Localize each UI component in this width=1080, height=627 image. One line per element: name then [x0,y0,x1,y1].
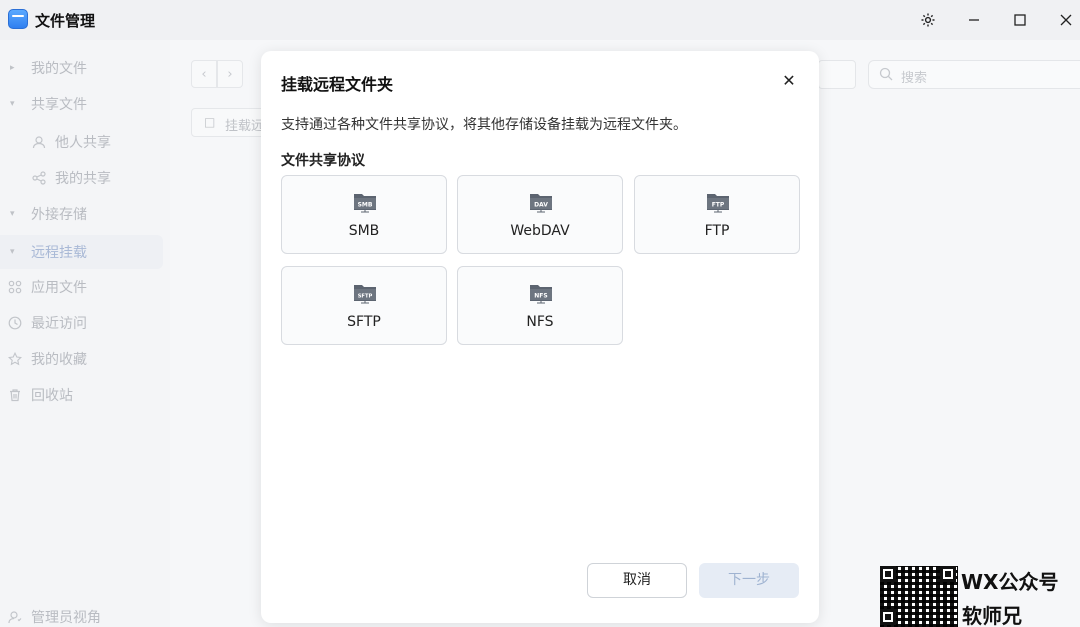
sidebar-item-label: 管理员视角 [31,610,101,626]
sidebar-item-label: 外接存储 [31,207,87,223]
sidebar-item-shared-with-me[interactable]: 他人共享 [0,125,163,159]
user-icon [32,135,46,149]
protocol-label: SMB [348,223,380,239]
chevron-right-icon: › [227,66,233,82]
sidebar-item-my-shares[interactable]: 我的共享 [0,161,163,195]
watermark-line1: WX公众号 [961,570,1059,594]
protocol-section-title: 文件共享协议 [281,153,365,169]
sidebar-item-recycle-bin[interactable]: 回收站 [0,378,163,412]
protocol-card-webdav[interactable]: DAV WebDAV [457,175,623,254]
chevron-down-icon: ▾ [10,99,15,109]
chevron-down-icon: ▾ [10,247,15,257]
sidebar-item-external-storage[interactable]: ▾ 外接存储 [0,197,163,231]
smb-folder-icon: SMB [354,194,376,213]
maximize-icon[interactable] [1008,8,1032,32]
search-placeholder: 搜索 [901,71,928,86]
sidebar-item-label: 我的文件 [31,61,87,77]
add-folder-icon: □ [204,115,216,129]
chevron-left-icon: ‹ [201,66,207,82]
sidebar-item-label: 回收站 [31,388,73,404]
apps-icon [8,280,22,294]
sidebar-item-label: 应用文件 [31,280,87,296]
app-title: 文件管理 [35,12,96,30]
search-icon [879,67,893,85]
sftp-badge: SFTP [358,293,373,299]
protocol-card-nfs[interactable]: NFS NFS [457,266,623,345]
close-icon[interactable] [1054,8,1078,32]
sidebar-item-label: 远程挂载 [31,245,87,261]
protocol-label: FTP [704,223,730,239]
next-step-button[interactable]: 下一步 [699,563,799,598]
protocol-label: SFTP [347,314,381,330]
sidebar-item-label: 我的收藏 [31,352,87,368]
sidebar-item-remote-mount[interactable]: ▾ 远程挂载 [0,235,163,269]
dialog-description: 支持通过各种文件共享协议，将其他存储设备挂载为远程文件夹。 [281,117,687,133]
close-dialog-icon[interactable]: ✕ [779,71,799,91]
gear-icon[interactable] [916,8,940,32]
protocol-label: WebDAV [510,223,570,239]
sidebar-item-label: 共享文件 [31,97,87,113]
sidebar-item-label: 他人共享 [55,135,111,151]
nfs-folder-icon: NFS [530,285,552,304]
forward-button[interactable]: › [217,60,243,88]
mount-remote-label: 挂载远 [225,119,265,134]
back-button[interactable]: ‹ [191,60,217,88]
ftp-badge: FTP [712,202,725,209]
qr-code-image [880,566,958,627]
sidebar-item-label: 最近访问 [31,316,87,332]
protocol-label: NFS [526,314,554,330]
protocol-card-smb[interactable]: SMB SMB [281,175,447,254]
chevron-down-icon: ▾ [10,209,15,219]
clock-icon [8,316,22,330]
sidebar-item-app-files[interactable]: 应用文件 [0,270,163,304]
title-bar: 文件管理 [0,0,1080,40]
dialog-title: 挂载远程文件夹 [281,75,394,94]
sidebar-item-shared-files[interactable]: ▾ 共享文件 [0,87,163,121]
protocol-card-ftp[interactable]: FTP FTP [634,175,800,254]
sidebar-item-admin-view[interactable]: 管理员视角 [0,600,163,627]
watermark-line2: 软师兄 [962,604,1022,627]
admin-user-icon [8,610,22,624]
minimize-icon[interactable] [962,8,986,32]
sidebar: ▸ 我的文件 ▾ 共享文件 他人共享 我的共享 ▾ 外接存储 ▾ 远程挂载 应用… [0,40,170,627]
trash-icon [8,388,22,402]
mount-remote-dialog: 挂载远程文件夹 ✕ 支持通过各种文件共享协议，将其他存储设备挂载为远程文件夹。 … [261,51,819,623]
dav-badge: DAV [534,202,548,209]
view-toggle-button[interactable] [818,60,856,89]
sidebar-item-my-files[interactable]: ▸ 我的文件 [0,51,163,85]
dav-folder-icon: DAV [530,194,552,213]
search-input[interactable]: 搜索 [868,60,1080,89]
sidebar-item-recent[interactable]: 最近访问 [0,306,163,340]
chevron-right-icon: ▸ [10,63,15,73]
star-icon [7,351,23,366]
sidebar-item-favorites[interactable]: 我的收藏 [0,342,163,376]
cancel-button[interactable]: 取消 [587,563,687,598]
sidebar-item-label: 我的共享 [55,171,111,187]
smb-badge: SMB [358,202,373,209]
app-logo-icon [8,9,28,29]
protocol-card-sftp[interactable]: SFTP SFTP [281,266,447,345]
nfs-badge: NFS [534,293,547,300]
share-icon [32,171,46,185]
sftp-folder-icon: SFTP [354,285,376,304]
ftp-folder-icon: FTP [707,194,729,213]
